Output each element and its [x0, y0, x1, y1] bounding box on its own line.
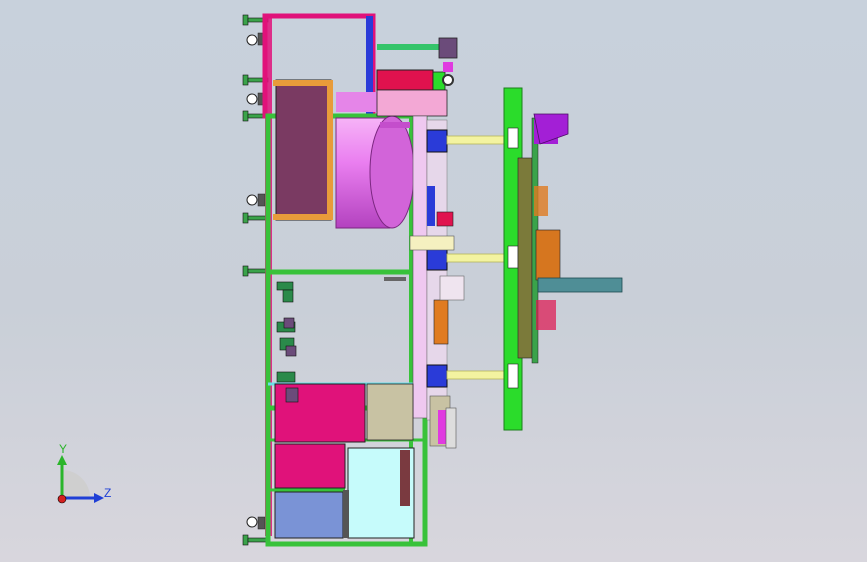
- cad-viewport[interactable]: Y Z: [0, 0, 867, 562]
- mounting-plate: [503, 87, 623, 431]
- lower-cabinet: [274, 383, 415, 539]
- machine-assembly-drawing[interactable]: [0, 0, 867, 562]
- z-axis-label: Z: [104, 486, 112, 500]
- axis-triad: [57, 455, 104, 504]
- y-axis-label: Y: [59, 442, 68, 456]
- axles: [446, 135, 508, 380]
- upper-cabinet: [273, 79, 333, 221]
- motor-column: [409, 115, 465, 449]
- top-drive-unit: [376, 37, 458, 117]
